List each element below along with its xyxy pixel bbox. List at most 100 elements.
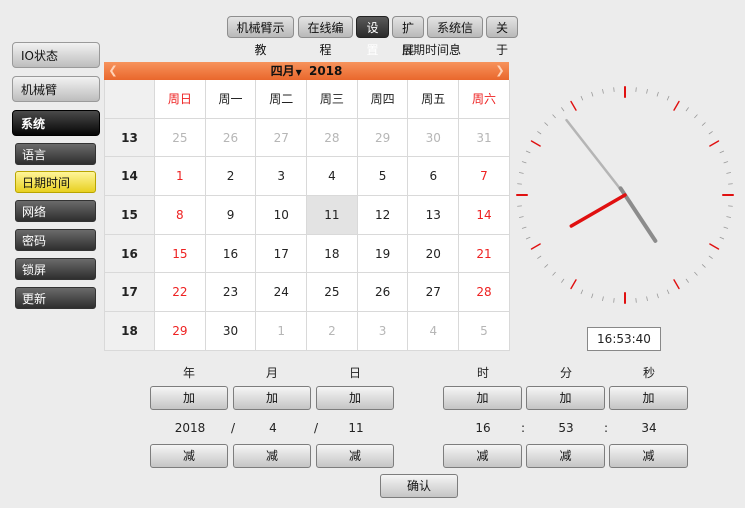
hour-tick bbox=[673, 100, 680, 111]
calendar-day[interactable]: 25 bbox=[155, 118, 206, 158]
minute-decrease-button[interactable]: 减 bbox=[526, 444, 605, 468]
calendar-day[interactable]: 26 bbox=[357, 273, 409, 313]
hour-decrease-button[interactable]: 减 bbox=[443, 444, 522, 468]
day-label: 日 bbox=[348, 366, 361, 380]
sidebar-item-password[interactable]: 密码 bbox=[15, 229, 96, 251]
calendar-day[interactable]: 25 bbox=[307, 273, 358, 313]
calendar-day[interactable]: 19 bbox=[357, 234, 409, 274]
calendar-day[interactable]: 20 bbox=[408, 234, 460, 274]
calendar-day[interactable]: 6 bbox=[408, 157, 460, 197]
hour-tick bbox=[570, 279, 577, 290]
minute-tick bbox=[544, 264, 549, 268]
calendar-day[interactable]: 9 bbox=[205, 196, 257, 235]
month-select[interactable]: 四月▼ bbox=[271, 64, 305, 78]
month-increase-button[interactable]: 加 bbox=[233, 386, 311, 410]
minute-tick bbox=[525, 150, 531, 154]
month-decrease-button[interactable]: 减 bbox=[233, 444, 311, 468]
minute-tick bbox=[544, 122, 549, 126]
calendar-day[interactable]: 2 bbox=[307, 312, 358, 351]
minute-tick bbox=[646, 88, 648, 94]
calendar-day[interactable]: 26 bbox=[205, 118, 257, 158]
weekday-header: 周日 bbox=[155, 80, 206, 119]
calendar-day[interactable]: 3 bbox=[256, 157, 308, 197]
calendar-day[interactable]: 30 bbox=[205, 312, 257, 351]
year-decrease-button[interactable]: 减 bbox=[150, 444, 228, 468]
week-number: 16 bbox=[105, 234, 155, 274]
tab-system-info[interactable]: 系统信息 bbox=[427, 16, 483, 57]
tab-extension[interactable]: 扩展 bbox=[392, 16, 424, 57]
minute-increase-button[interactable]: 加 bbox=[526, 386, 605, 410]
next-month-icon[interactable]: ❯ bbox=[493, 62, 507, 80]
tab-settings[interactable]: 设置 bbox=[356, 16, 389, 57]
chevron-down-icon: ▼ bbox=[295, 68, 302, 77]
calendar-day[interactable]: 27 bbox=[408, 273, 460, 313]
calendar-day[interactable]: 22 bbox=[155, 273, 206, 313]
calendar-day[interactable]: 7 bbox=[459, 157, 510, 197]
confirm-button[interactable]: 确认 bbox=[380, 474, 458, 498]
calendar-day[interactable]: 30 bbox=[408, 118, 460, 158]
minute-tick bbox=[591, 293, 594, 299]
calendar-day[interactable]: 5 bbox=[459, 312, 510, 351]
week-number: 15 bbox=[105, 196, 155, 235]
calendar-day[interactable]: 13 bbox=[408, 196, 460, 235]
calendar-day[interactable]: 8 bbox=[155, 196, 206, 235]
calendar-day[interactable]: 21 bbox=[459, 234, 510, 274]
calendar-day[interactable]: 24 bbox=[256, 273, 308, 313]
sidebar-item-datetime[interactable]: 日期时间 bbox=[15, 171, 96, 193]
sidebar-item-lock-screen[interactable]: 锁屏 bbox=[15, 258, 96, 280]
calendar-day[interactable]: 31 bbox=[459, 118, 510, 158]
sidebar-item-network[interactable]: 网络 bbox=[15, 200, 96, 222]
calendar-day[interactable]: 28 bbox=[307, 118, 358, 158]
calendar-day[interactable]: 18 bbox=[307, 234, 358, 274]
calendar-day[interactable]: 17 bbox=[256, 234, 308, 274]
second-value: 34 bbox=[641, 421, 657, 435]
calendar-day[interactable]: 3 bbox=[357, 312, 409, 351]
sidebar-item-update[interactable]: 更新 bbox=[15, 287, 96, 309]
page-title: 日期时间 bbox=[400, 43, 449, 57]
calendar-day[interactable]: 4 bbox=[307, 157, 358, 197]
tab-arm-teaching[interactable]: 机械臂示教 bbox=[227, 16, 294, 57]
calendar-day[interactable]: 12 bbox=[357, 196, 409, 235]
calendar-day[interactable]: 16 bbox=[205, 234, 257, 274]
minute-tick bbox=[518, 216, 524, 218]
weekday-header: 周四 bbox=[357, 80, 409, 119]
calendar-day[interactable]: 5 bbox=[357, 157, 409, 197]
minute-tick bbox=[537, 131, 542, 135]
calendar-day[interactable]: 28 bbox=[459, 273, 510, 313]
minute-tick bbox=[723, 226, 729, 229]
tab-online-programming[interactable]: 在线编程 bbox=[298, 16, 353, 57]
sidebar-item-system[interactable]: 系统 bbox=[12, 110, 100, 136]
minute-tick bbox=[521, 226, 527, 229]
calendar-day[interactable]: 1 bbox=[256, 312, 308, 351]
weekday-header: 周三 bbox=[307, 80, 358, 119]
calendar-day[interactable]: 11 bbox=[307, 196, 358, 235]
calendar-day[interactable]: 14 bbox=[459, 196, 510, 235]
year-select[interactable]: 2018 bbox=[309, 64, 342, 78]
calendar-day[interactable]: 29 bbox=[155, 312, 206, 351]
sidebar-item-io-status[interactable]: IO状态 bbox=[12, 42, 100, 68]
second-increase-button[interactable]: 加 bbox=[609, 386, 688, 410]
second-decrease-button[interactable]: 减 bbox=[609, 444, 688, 468]
calendar-day[interactable]: 4 bbox=[408, 312, 460, 351]
calendar-day[interactable]: 23 bbox=[205, 273, 257, 313]
day-decrease-button[interactable]: 减 bbox=[316, 444, 394, 468]
calendar-day[interactable]: 1 bbox=[155, 157, 206, 197]
sidebar-item-robot-arm[interactable]: 机械臂 bbox=[12, 76, 100, 102]
minute-tick bbox=[525, 236, 531, 240]
year-increase-button[interactable]: 加 bbox=[150, 386, 228, 410]
hour-tick bbox=[570, 100, 577, 111]
tab-about[interactable]: 关于 bbox=[486, 16, 518, 57]
minute-tick bbox=[694, 271, 698, 276]
day-increase-button[interactable]: 加 bbox=[316, 386, 394, 410]
hour-tick bbox=[709, 140, 720, 147]
calendar-day[interactable]: 2 bbox=[205, 157, 257, 197]
calendar-day[interactable]: 15 bbox=[155, 234, 206, 274]
year-label: 年 bbox=[182, 366, 195, 380]
sidebar-item-language[interactable]: 语言 bbox=[15, 143, 96, 165]
minute-tick bbox=[666, 289, 670, 295]
calendar-day[interactable]: 10 bbox=[256, 196, 308, 235]
calendar-day[interactable]: 27 bbox=[256, 118, 308, 158]
calendar-day[interactable]: 29 bbox=[357, 118, 409, 158]
hour-increase-button[interactable]: 加 bbox=[443, 386, 522, 410]
minute-tick bbox=[726, 172, 732, 174]
